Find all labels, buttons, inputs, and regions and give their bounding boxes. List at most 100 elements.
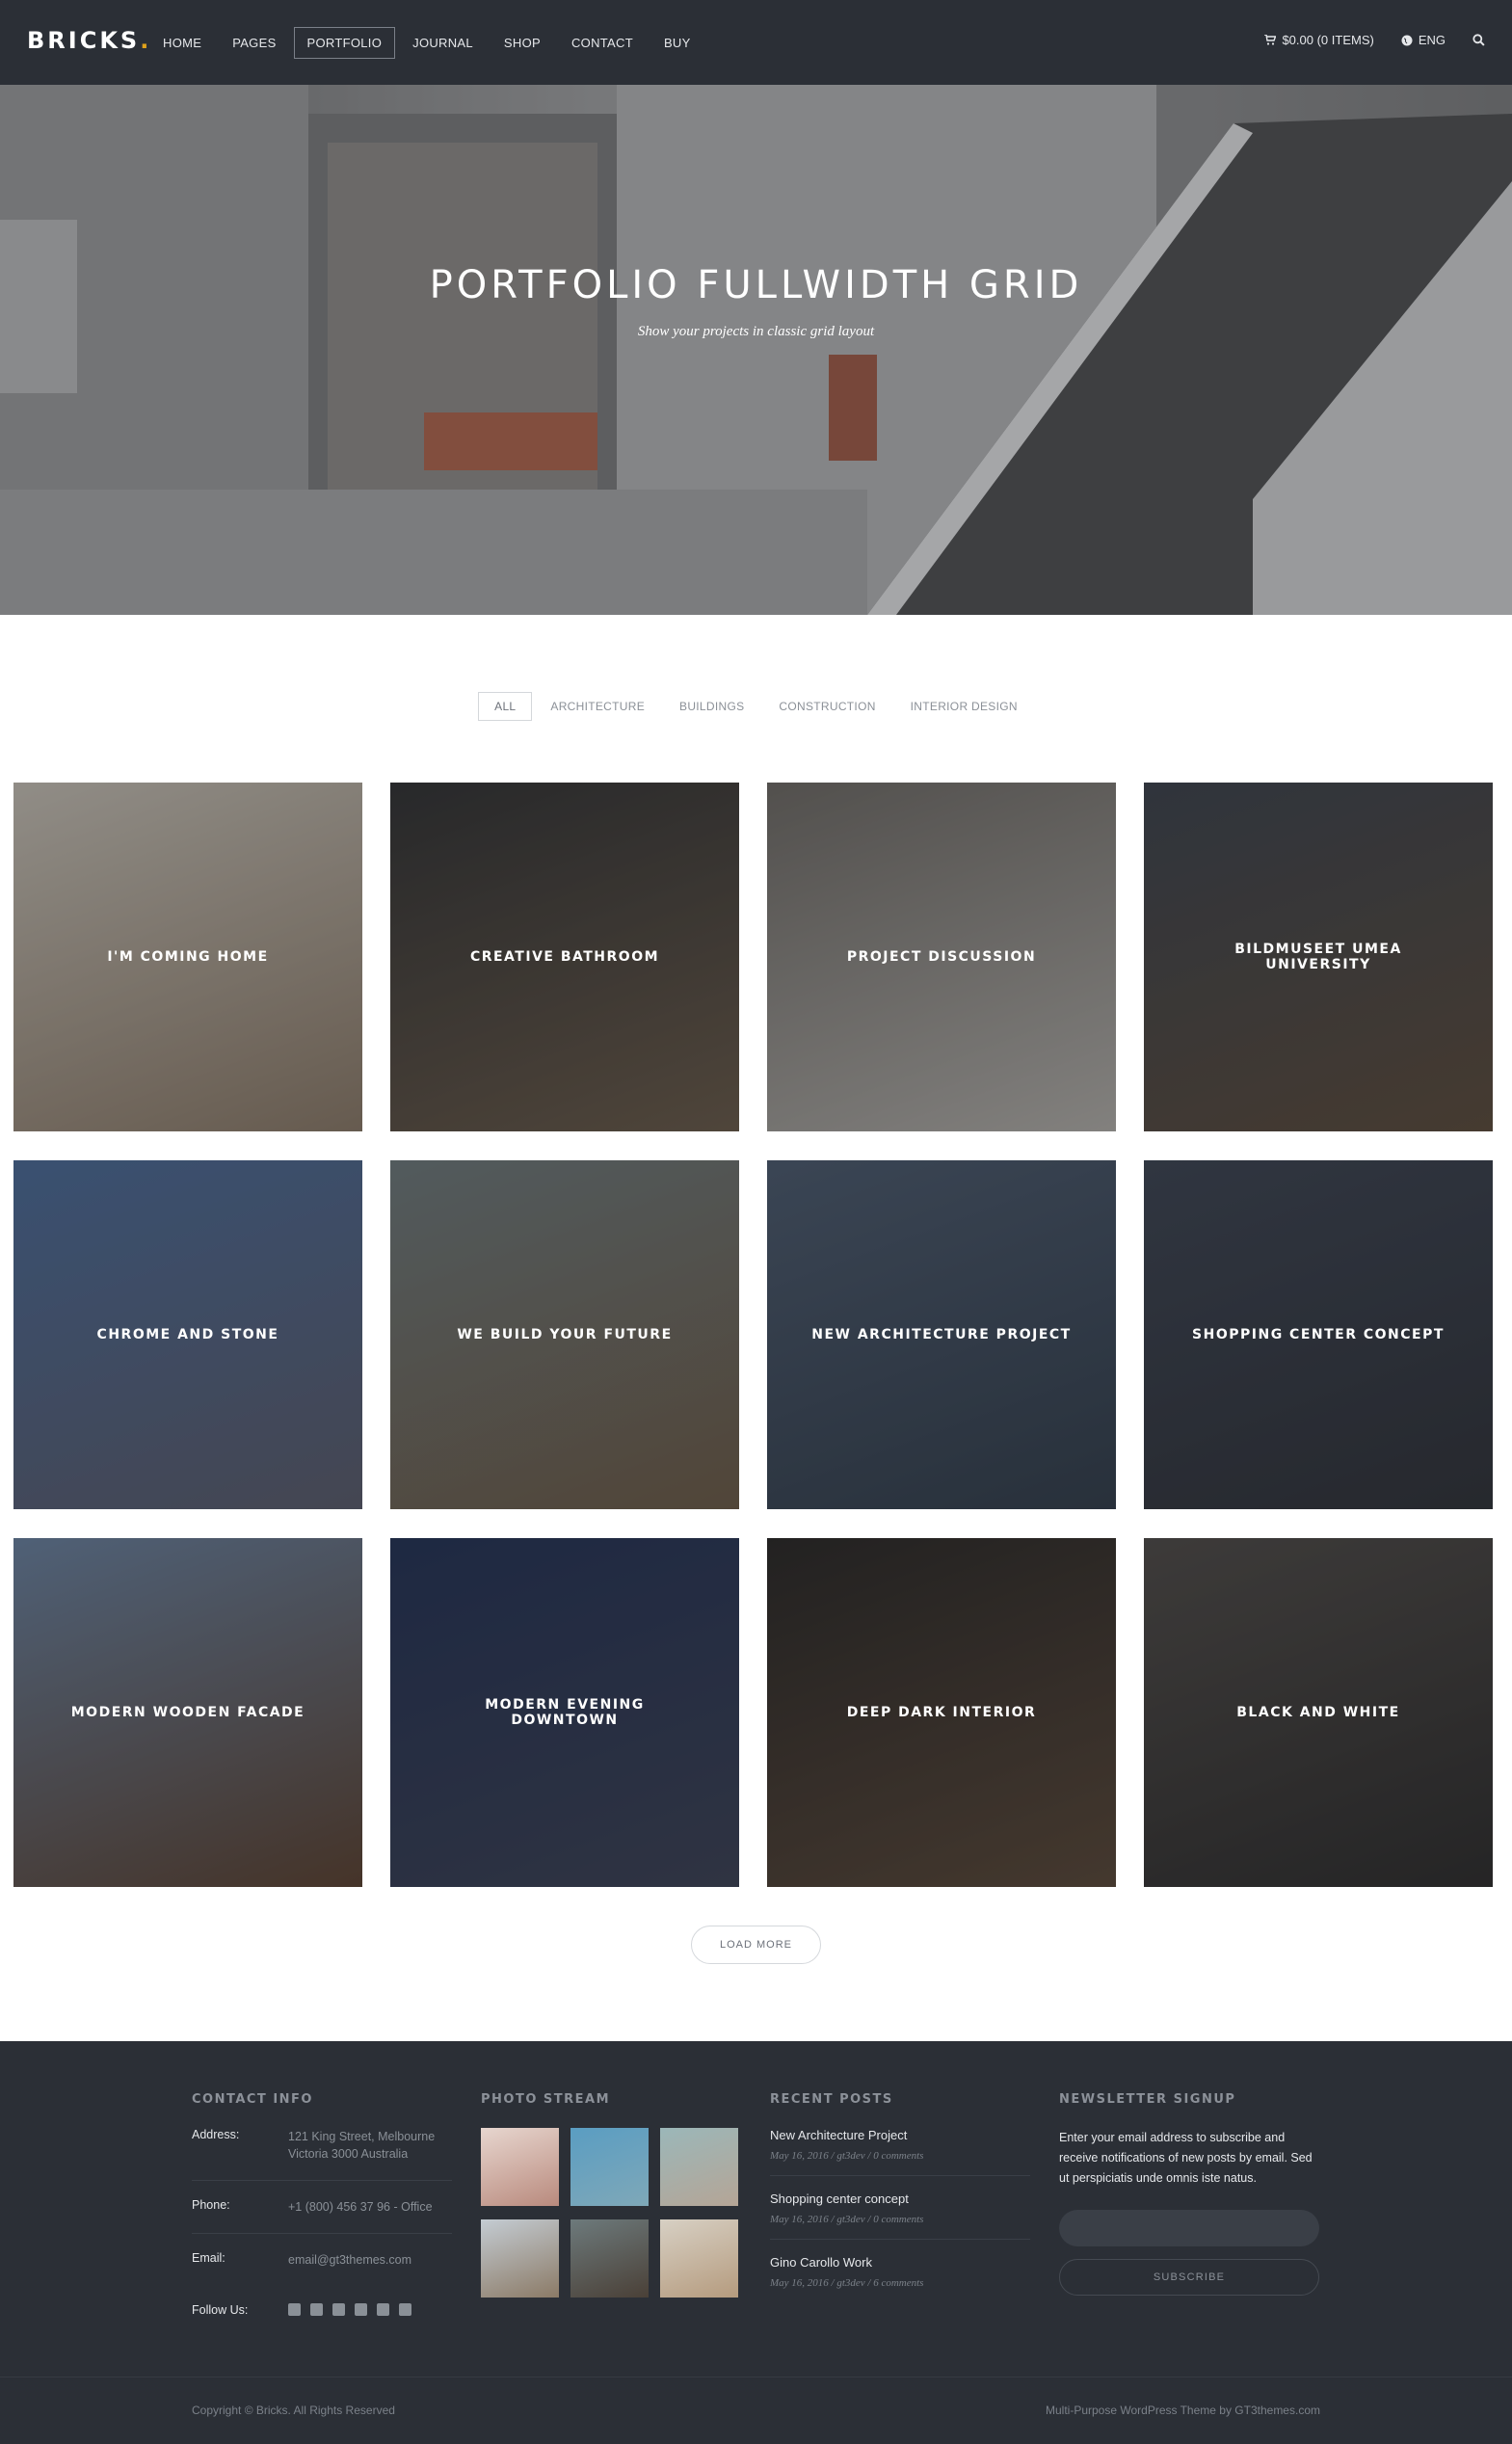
globe-icon [1401,35,1413,45]
portfolio-item-title: CHROME AND STONE [96,1327,279,1342]
portfolio-item[interactable]: PROJECT DISCUSSION [767,783,1116,1131]
photo-grid [481,2128,741,2298]
portfolio-item-title: SHOPPING CENTER CONCEPT [1192,1327,1445,1342]
filter-interior-design[interactable]: INTERIOR DESIGN [894,692,1034,721]
portfolio-item[interactable]: MODERN EVENING DOWNTOWN [390,1538,739,1887]
social-links [288,2303,411,2317]
twitter-icon[interactable] [332,2303,345,2316]
contact-key: Address: [192,2128,240,2141]
portfolio-item-title: WE BUILD YOUR FUTURE [457,1327,673,1342]
filter-construction[interactable]: CONSTRUCTION [762,692,891,721]
copyright-text: Copyright © Bricks. All Rights Reserved [192,2404,395,2417]
portfolio-item-title: DEEP DARK INTERIOR [846,1705,1037,1720]
portfolio-item-title: BILDMUSEET UMEA UNIVERSITY [1234,942,1402,972]
cart-text: $0.00 (0 ITEMS) [1282,33,1374,47]
portfolio-item[interactable]: BLACK AND WHITE [1144,1538,1493,1887]
facebook-icon[interactable] [288,2303,301,2316]
recent-post-meta: May 16, 2016 / gt3dev / 6 comments [770,2277,924,2289]
portfolio-item-title: MODERN EVENING DOWNTOWN [485,1697,645,1728]
contact-key: Email: [192,2251,225,2265]
search-button[interactable] [1472,34,1485,46]
search-icon [1472,34,1485,46]
site-logo[interactable]: BRICKS. [27,27,151,54]
recent-post-meta: May 16, 2016 / gt3dev / 0 comments [770,2150,924,2162]
nav-item-contact[interactable]: CONTACT [558,27,647,59]
hero-banner: PORTFOLIO FULLWIDTH GRID Show your proje… [0,85,1512,615]
photo-stream-thumbnail[interactable] [660,2128,738,2206]
recent-post: Gino Carollo Work May 16, 2016 / gt3dev /… [770,2255,1030,2302]
flickr-icon[interactable] [399,2303,411,2316]
page-subtitle: Show your projects in classic grid layou… [637,324,875,339]
language-switcher[interactable]: ENG [1401,33,1446,47]
nav-item-portfolio[interactable]: PORTFOLIO [293,27,396,59]
contact-value: +1 (800) 456 37 96 - Office [288,2200,433,2214]
contact-heading: CONTACT INFO [192,2092,313,2107]
portfolio-item[interactable]: MODERN WOODEN FACADE [13,1538,362,1887]
contact-row: Email: email@gt3themes.com [192,2251,452,2286]
photo-stream-thumbnail[interactable] [481,2128,559,2206]
nav-item-home[interactable]: HOME [149,27,215,59]
follow-row: Follow Us: [192,2303,452,2334]
theme-credit-link[interactable]: Multi-Purpose WordPress Theme by GT3them… [1046,2404,1320,2417]
newsletter-email-input[interactable] [1059,2210,1319,2246]
header-utilities: $0.00 (0 ITEMS) ENG [1264,33,1485,47]
portfolio-item-title: NEW ARCHITECTURE PROJECT [811,1327,1072,1342]
recent-post: Shopping center concept May 16, 2016 / gt… [770,2192,1030,2240]
filter-all[interactable]: ALL [478,692,533,721]
page-title: PORTFOLIO FULLWIDTH GRID [429,263,1083,307]
footer-recent-posts: RECENT POSTS New Architecture Project May… [770,2092,1030,2318]
nav-item-journal[interactable]: JOURNAL [399,27,487,59]
recent-post-meta: May 16, 2016 / gt3dev / 0 comments [770,2214,924,2225]
dribbble-icon[interactable] [355,2303,367,2316]
photo-stream-thumbnail[interactable] [570,2219,649,2298]
portfolio-item[interactable]: I'M COMING HOME [13,783,362,1131]
contact-key: Phone: [192,2198,230,2212]
main-nav: HOME PAGES PORTFOLIO JOURNAL SHOP CONTACT BUY [149,27,708,59]
portfolio-item-title: BLACK AND WHITE [1236,1705,1400,1720]
follow-label: Follow Us: [192,2303,249,2317]
portfolio-item-title: I'M COMING HOME [107,949,269,965]
cart-link[interactable]: $0.00 (0 ITEMS) [1264,33,1374,47]
recent-post-title[interactable]: Gino Carollo Work [770,2255,1030,2270]
portfolio-filters: ALL ARCHITECTURE BUILDINGS CONSTRUCTION INTE… [0,692,1512,721]
portfolio-item[interactable]: BILDMUSEET UMEA UNIVERSITY [1144,783,1493,1131]
portfolio-item[interactable]: NEW ARCHITECTURE PROJECT [767,1160,1116,1509]
footer-newsletter: NEWSLETTER SIGNUP Enter your email addre… [1059,2092,1319,2296]
load-more-button[interactable]: LOAD MORE [691,1926,821,1964]
recent-post-title[interactable]: Shopping center concept [770,2192,1030,2206]
footer-divider [0,2377,1512,2378]
photo-stream-heading: PHOTO STREAM [481,2092,611,2107]
logo-text: BRICKS [27,27,141,54]
subscribe-button[interactable]: SUBSCRIBE [1059,2259,1319,2296]
portfolio-item[interactable]: CHROME AND STONE [13,1160,362,1509]
newsletter-text: Enter your email address to subscribe an… [1059,2131,1313,2185]
nav-item-shop[interactable]: SHOP [491,27,554,59]
filter-buildings[interactable]: BUILDINGS [663,692,760,721]
portfolio-item[interactable]: CREATIVE BATHROOM [390,783,739,1131]
portfolio-item-title: MODERN WOODEN FACADE [70,1705,305,1720]
photo-stream-thumbnail[interactable] [570,2128,649,2206]
hero-overlay [0,85,1512,615]
language-label: ENG [1418,33,1446,47]
nav-item-buy[interactable]: BUY [650,27,704,59]
filter-architecture[interactable]: ARCHITECTURE [534,692,661,721]
newsletter-heading: NEWSLETTER SIGNUP [1059,2092,1236,2107]
instagram-icon[interactable] [377,2303,389,2316]
nav-item-pages[interactable]: PAGES [219,27,289,59]
recent-posts-heading: RECENT POSTS [770,2092,893,2107]
portfolio-item-title: PROJECT DISCUSSION [846,949,1037,965]
photo-stream-thumbnail[interactable] [481,2219,559,2298]
portfolio-item-title: CREATIVE BATHROOM [469,949,660,965]
contact-row: Phone: +1 (800) 456 37 96 - Office [192,2198,452,2234]
footer-contact-info: CONTACT INFO Address: 121 King Street, Me… [192,2092,452,2351]
pinterest-icon[interactable] [310,2303,323,2316]
site-header: BRICKS. HOME PAGES PORTFOLIO JOURNAL SHOP CON… [0,0,1512,85]
photo-stream-thumbnail[interactable] [660,2219,738,2298]
recent-post: New Architecture Project May 16, 2016 / g… [770,2128,1030,2176]
recent-post-title[interactable]: New Architecture Project [770,2128,1030,2142]
portfolio-item[interactable]: DEEP DARK INTERIOR [767,1538,1116,1887]
portfolio-item[interactable]: SHOPPING CENTER CONCEPT [1144,1160,1493,1509]
portfolio-item[interactable]: WE BUILD YOUR FUTURE [390,1160,739,1509]
portfolio-grid: I'M COMING HOME CREATIVE BATHROOM PROJECT … [13,783,1494,1887]
contact-value[interactable]: email@gt3themes.com [288,2251,452,2269]
